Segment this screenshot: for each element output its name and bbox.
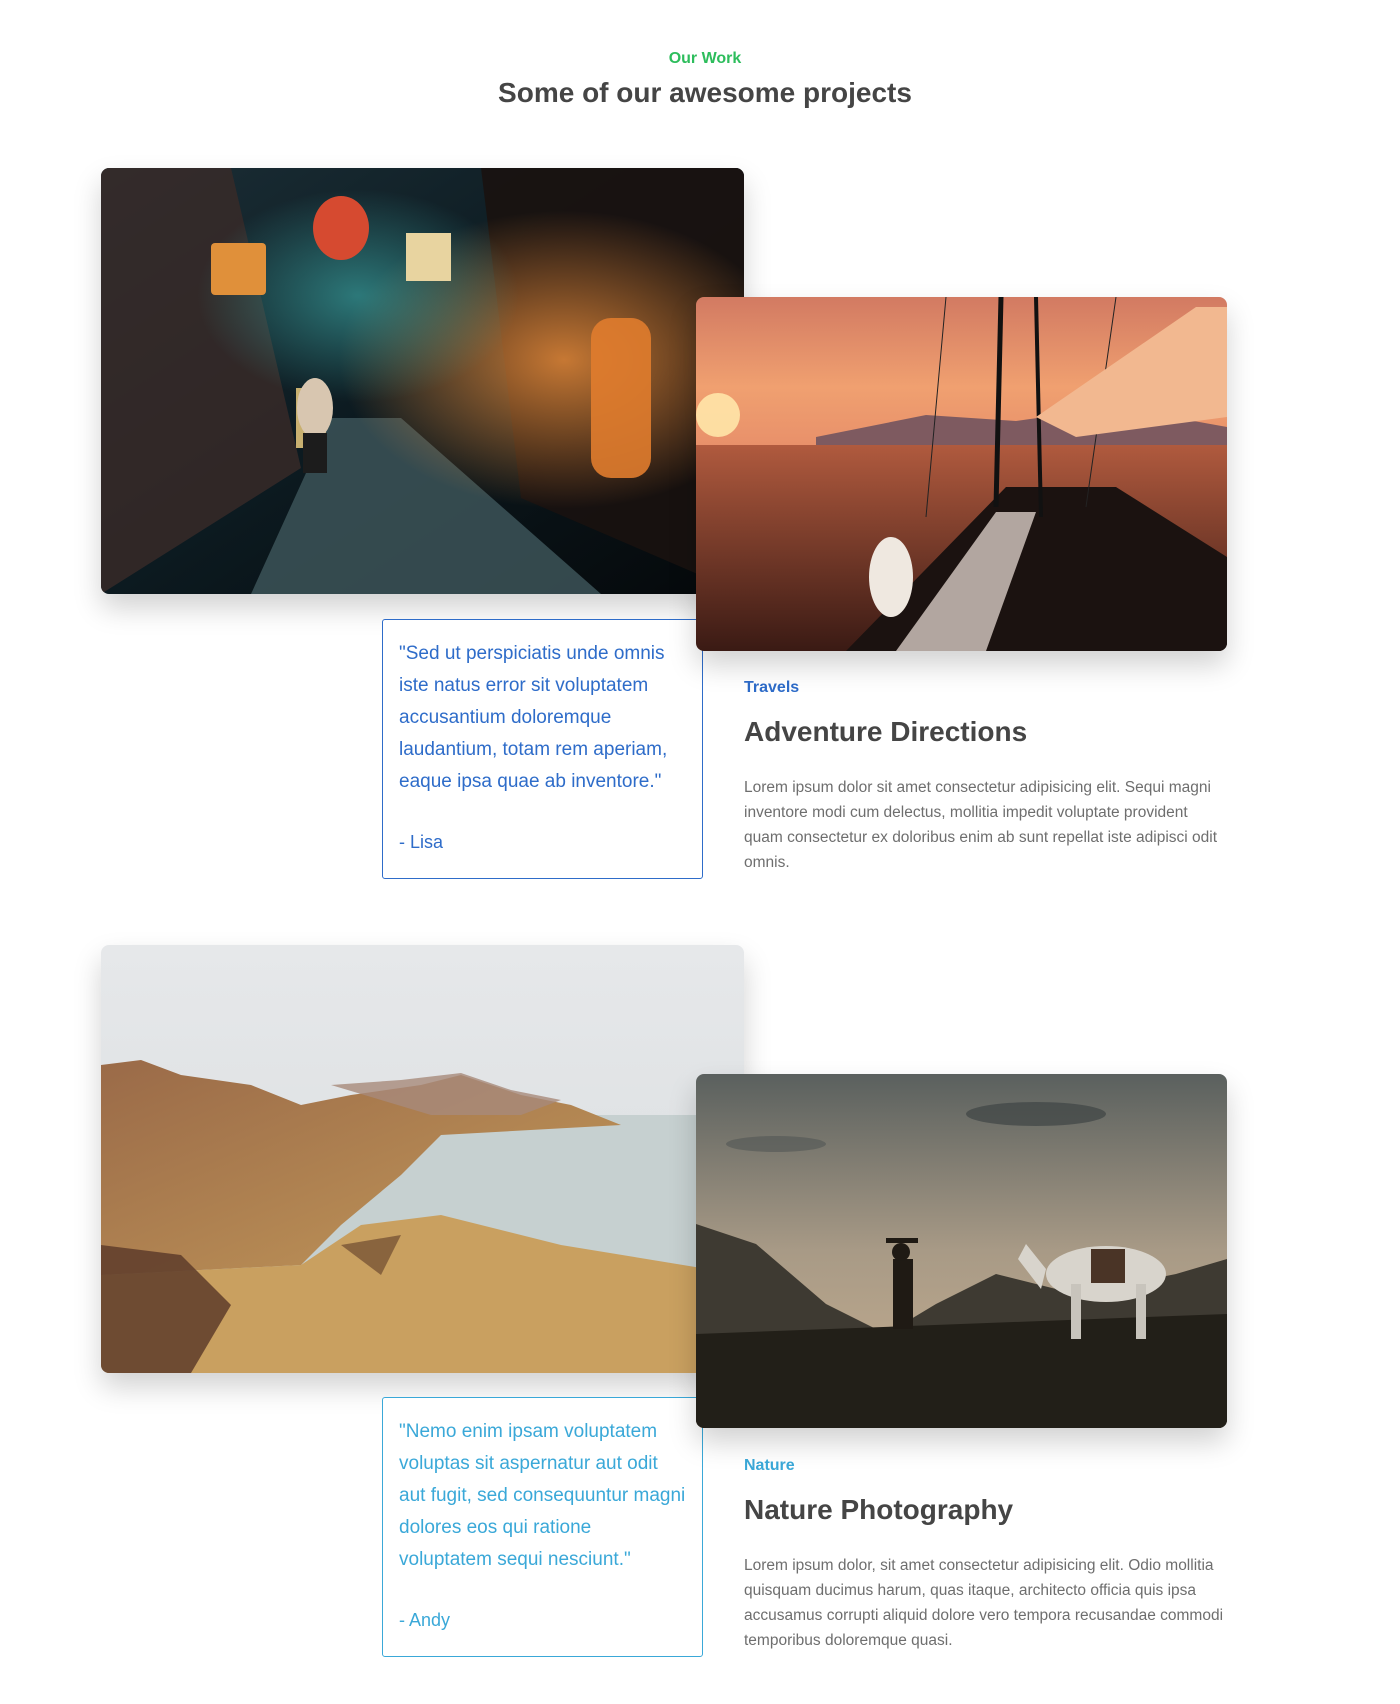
testimonial-quote: "Nemo enim ipsam voluptatem voluptas sit…: [399, 1421, 686, 1570]
testimonial-quote: "Sed ut perspiciatis unde omnis iste nat…: [399, 643, 668, 792]
project-image-coastline: [101, 945, 744, 1373]
project-tag[interactable]: Nature: [744, 1457, 795, 1475]
project-title[interactable]: Nature Photography: [744, 1494, 1013, 1526]
project-description: Lorem ipsum dolor, sit amet consectetur …: [744, 1557, 1224, 1649]
testimonial-author: - Lisa: [399, 832, 444, 852]
project-image-sailboat: [696, 297, 1227, 651]
testimonial-author: - Andy: [399, 1610, 451, 1630]
project-tag[interactable]: Travels: [744, 679, 799, 697]
project-title[interactable]: Adventure Directions: [744, 716, 1027, 748]
testimonial-card: "Sed ut perspiciatis unde omnis iste nat…: [382, 619, 703, 879]
section-label: Our Work: [668, 50, 742, 67]
testimonial-card: "Nemo enim ipsam voluptatem voluptas sit…: [382, 1397, 703, 1657]
project-description: Lorem ipsum dolor sit amet consectetur a…: [744, 779, 1218, 871]
project-image-horse: [696, 1074, 1227, 1428]
project-image-street: [101, 168, 744, 594]
section-title: Some of our awesome projects: [498, 77, 912, 108]
